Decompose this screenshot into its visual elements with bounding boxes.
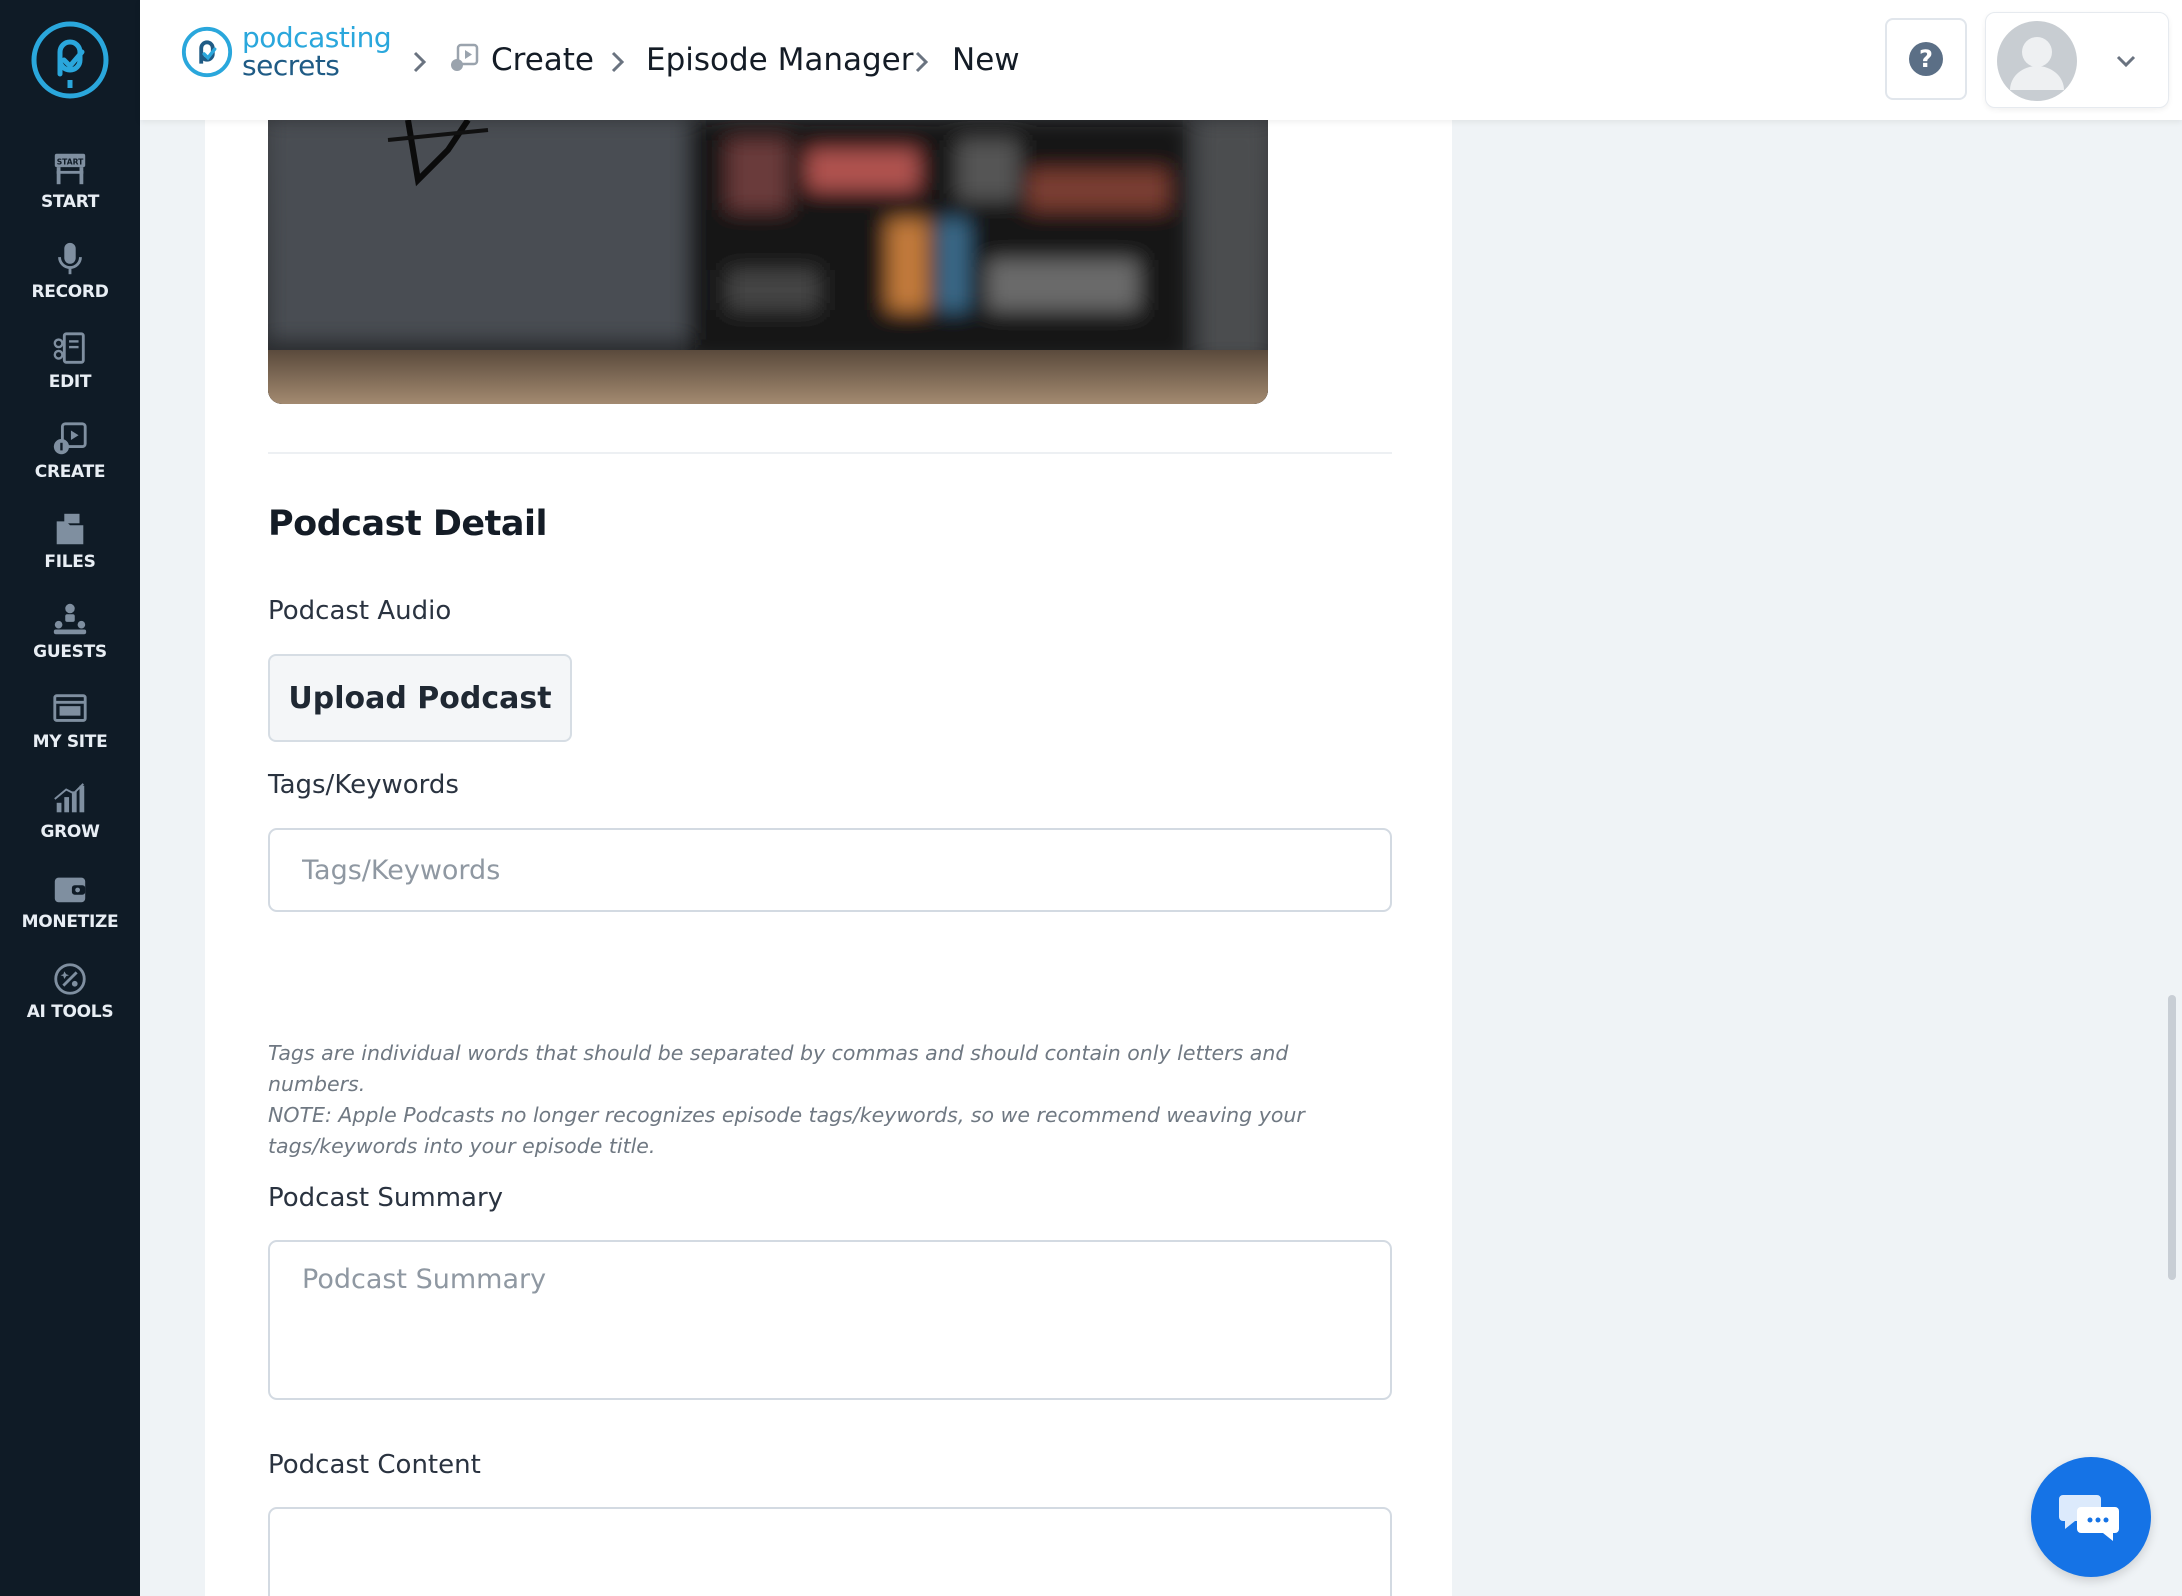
top-header: podcasting secrets Create Episode Manage…	[140, 0, 2182, 120]
sidebar-item-label: START	[40, 192, 100, 212]
tags-keywords-label: Tags/Keywords	[268, 770, 459, 800]
growth-chart-icon	[54, 783, 85, 813]
sidebar-item-files[interactable]: FILES	[0, 510, 140, 588]
podcast-content-editor[interactable]	[268, 1507, 1392, 1596]
create-media-icon	[451, 43, 479, 71]
microphone-icon	[58, 242, 82, 275]
sidebar-item-label: MY SITE	[32, 732, 108, 752]
sidebar-item-label: MONETIZE	[21, 912, 119, 932]
breadcrumb-create[interactable]: Create	[491, 38, 594, 82]
sidebar-item-label: RECORD	[31, 282, 109, 302]
guests-icon	[53, 603, 87, 635]
tags-help-text: Tags are individual words that should be…	[268, 1038, 1368, 1162]
sidebar-item-label: GUESTS	[33, 642, 107, 662]
podcast-summary-label: Podcast Summary	[268, 1183, 504, 1213]
help-button[interactable]: ?	[1885, 18, 1967, 100]
breadcrumb-new: New	[952, 42, 1020, 78]
tags-keywords-input[interactable]	[268, 828, 1392, 912]
avatar	[1997, 21, 2077, 101]
tags-help-line3: tags/keywords into your episode title.	[268, 1134, 656, 1158]
upload-podcast-button[interactable]: Upload Podcast	[268, 654, 572, 742]
svg-text:START: START	[57, 157, 84, 166]
chevron-right-icon	[413, 51, 427, 73]
sidebar-item-guests[interactable]: GUESTS	[0, 600, 140, 678]
podcasting-secrets-logo-icon	[181, 26, 233, 78]
sidebar-item-my-site[interactable]: MY SITE	[0, 690, 140, 768]
chat-widget-button[interactable]	[2031, 1457, 2151, 1577]
brand-logo[interactable]: podcasting secrets	[180, 22, 400, 82]
ai-tools-icon	[54, 963, 86, 995]
sidebar-item-label: FILES	[44, 552, 96, 572]
brand-line2: secrets	[242, 49, 340, 82]
podcast-summary-textarea[interactable]	[268, 1240, 1392, 1400]
website-icon	[53, 694, 87, 722]
sidebar-item-label: EDIT	[48, 372, 92, 392]
episode-form-card: Podcast Detail Podcast Audio Upload Podc…	[205, 120, 1452, 1596]
sidebar-item-create[interactable]: CREATE	[0, 420, 140, 498]
create-media-icon	[53, 422, 87, 455]
start-sign-icon: START	[54, 153, 86, 185]
podcast-content-label: Podcast Content	[268, 1450, 481, 1480]
cover-image	[268, 120, 1268, 404]
svg-text:?: ?	[1919, 45, 1933, 73]
section-title: Podcast Detail	[268, 504, 548, 544]
sidebar-item-label: CREATE	[34, 462, 106, 482]
wallet-icon	[54, 877, 86, 903]
sidebar-item-record[interactable]: RECORD	[0, 240, 140, 318]
breadcrumb-episode-manager[interactable]: Episode Manager	[646, 38, 913, 82]
sidebar-item-ai-tools[interactable]: AI TOOLS	[0, 960, 140, 1038]
chevron-down-icon	[2116, 55, 2136, 68]
sidebar-item-edit[interactable]: EDIT	[0, 330, 140, 408]
tags-help-line2: NOTE: Apple Podcasts no longer recognize…	[268, 1103, 1305, 1127]
podcast-audio-label: Podcast Audio	[268, 596, 452, 626]
brand-line1: podcasting	[242, 21, 392, 54]
chat-bubbles-icon	[2059, 1495, 2119, 1541]
app-logo-icon[interactable]	[30, 20, 110, 100]
sidebar-item-grow[interactable]: GROW	[0, 780, 140, 858]
tags-help-line1: Tags are individual words that should be…	[268, 1041, 1289, 1096]
chevron-right-icon	[915, 51, 929, 73]
user-menu[interactable]	[1985, 12, 2169, 108]
edit-document-icon	[53, 332, 85, 364]
files-icon	[56, 513, 84, 545]
podcast-studio-photo-icon	[268, 120, 1268, 404]
section-divider	[268, 452, 1392, 454]
sidebar: START START RECORD EDIT CREATE FILES GUE…	[0, 0, 140, 1596]
sidebar-item-monetize[interactable]: MONETIZE	[0, 870, 140, 948]
question-mark-icon: ?	[1909, 42, 1943, 76]
sidebar-item-label: GROW	[40, 822, 100, 842]
page-scrollbar[interactable]	[2168, 995, 2176, 1280]
sidebar-item-label: AI TOOLS	[26, 1002, 114, 1022]
sidebar-item-start[interactable]: START START	[0, 150, 140, 228]
chevron-right-icon	[611, 51, 625, 73]
